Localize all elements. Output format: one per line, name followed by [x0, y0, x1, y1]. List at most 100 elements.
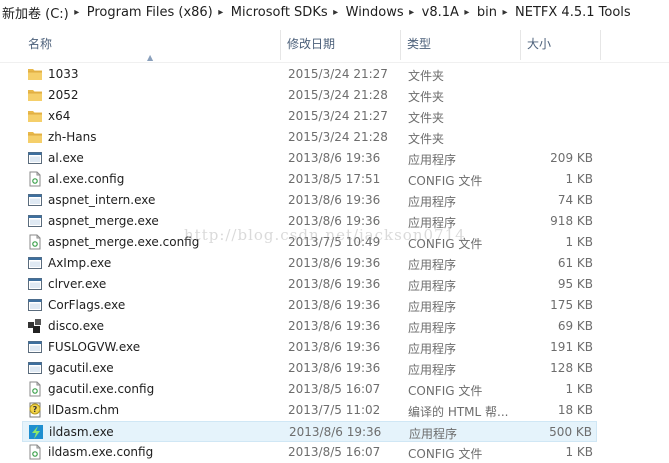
- chevron-right-icon[interactable]: ▸: [497, 7, 513, 18]
- file-row[interactable]: zh-Hans 2015/3/24 21:28 文件夹: [22, 127, 597, 148]
- file-size: 69 KB: [557, 319, 593, 333]
- file-name: aspnet_merge.exe.config: [48, 235, 200, 249]
- file-row[interactable]: 2052 2015/3/24 21:28 文件夹: [22, 85, 597, 106]
- file-type: 应用程序: [408, 258, 457, 272]
- file-type: 文件夹: [408, 111, 445, 125]
- config-file-icon: [27, 234, 43, 250]
- file-date: 2013/8/6 19:36: [288, 277, 381, 291]
- exe-icon: [27, 213, 43, 229]
- breadcrumb-item[interactable]: Windows: [344, 5, 404, 20]
- folder-icon: [27, 87, 43, 103]
- file-type: 应用程序: [408, 321, 457, 335]
- file-type: 应用程序: [408, 195, 457, 209]
- breadcrumb-item[interactable]: Microsoft SDKs: [229, 5, 328, 20]
- file-name: ildasm.exe.config: [48, 445, 154, 459]
- column-divider[interactable]: [600, 30, 601, 60]
- file-type: CONFIG 文件: [408, 174, 483, 188]
- file-row[interactable]: 1033 2015/3/24 21:27 文件夹: [22, 64, 597, 85]
- file-name: clrver.exe: [48, 277, 107, 291]
- file-row[interactable]: ildasm.exe.config 2013/8/5 16:07 CONFIG 文件…: [22, 442, 597, 463]
- file-name: gacutil.exe: [48, 361, 114, 375]
- file-name: FUSLOGVW.exe: [48, 340, 141, 354]
- file-row[interactable]: disco.exe 2013/8/6 19:36 应用程序 69 KB: [22, 316, 597, 337]
- file-row[interactable]: aspnet_merge.exe.config 2013/7/5 10:49 CON…: [22, 232, 597, 253]
- file-name: al.exe.config: [48, 172, 125, 186]
- file-date: 2013/8/6 19:36: [289, 425, 382, 439]
- file-row[interactable]: ildasm.exe 2013/8/6 19:36 应用程序 500 KB: [22, 421, 597, 442]
- file-row[interactable]: gacutil.exe.config 2013/8/5 16:07 CONFIG 文…: [22, 379, 597, 400]
- breadcrumb-item[interactable]: Program Files (x86): [85, 5, 213, 20]
- file-size: 175 KB: [550, 298, 593, 312]
- file-size: 18 KB: [557, 403, 593, 417]
- file-name: 2052: [48, 88, 79, 102]
- disco-exe-icon: [27, 318, 43, 334]
- file-row[interactable]: al.exe.config 2013/8/5 17:51 CONFIG 文件 1 KB: [22, 169, 597, 190]
- file-name: CorFlags.exe: [48, 298, 126, 312]
- file-row[interactable]: al.exe 2013/8/6 19:36 应用程序 209 KB: [22, 148, 597, 169]
- file-type: CONFIG 文件: [408, 384, 483, 398]
- file-date: 2013/8/6 19:36: [288, 340, 381, 354]
- svg-text:?: ?: [33, 405, 38, 414]
- file-type: 应用程序: [408, 216, 457, 230]
- file-name: aspnet_merge.exe: [48, 214, 159, 228]
- file-row[interactable]: clrver.exe 2013/8/6 19:36 应用程序 95 KB: [22, 274, 597, 295]
- file-date: 2013/8/6 19:36: [288, 214, 381, 228]
- folder-icon: [27, 129, 43, 145]
- sort-ascending-icon: ▲: [147, 53, 154, 62]
- file-date: 2013/7/5 11:02: [288, 403, 381, 417]
- column-type-label: 类型: [407, 36, 432, 51]
- file-row[interactable]: x64 2015/3/24 21:27 文件夹: [22, 106, 597, 127]
- file-size: 1 KB: [565, 172, 593, 186]
- file-row[interactable]: CorFlags.exe 2013/8/6 19:36 应用程序 175 KB: [22, 295, 597, 316]
- address-bar[interactable]: 新加卷 (C:) ▸ Program Files (x86) ▸ Microsoft S…: [0, 0, 669, 25]
- file-date: 2013/8/6 19:36: [288, 256, 381, 270]
- file-type: CONFIG 文件: [408, 447, 483, 461]
- breadcrumb-item[interactable]: NETFX 4.5.1 Tools: [513, 5, 631, 20]
- chevron-right-icon[interactable]: ▸: [404, 7, 420, 18]
- breadcrumb-item[interactable]: 新加卷 (C:): [0, 3, 69, 22]
- folder-icon: [27, 108, 43, 124]
- file-row[interactable]: aspnet_intern.exe 2013/8/6 19:36 应用程序 74 KB: [22, 190, 597, 211]
- file-date: 2013/8/6 19:36: [288, 361, 381, 375]
- folder-icon: [27, 66, 43, 82]
- chevron-right-icon[interactable]: ▸: [69, 7, 85, 18]
- file-row[interactable]: FUSLOGVW.exe 2013/8/6 19:36 应用程序 191 KB: [22, 337, 597, 358]
- file-date: 2015/3/24 21:28: [288, 130, 388, 144]
- chevron-right-icon[interactable]: ▸: [328, 7, 344, 18]
- file-date: 2015/3/24 21:27: [288, 67, 388, 81]
- file-type: 编译的 HTML 帮...: [408, 405, 509, 419]
- chevron-right-icon[interactable]: ▸: [459, 7, 475, 18]
- exe-icon: [27, 360, 43, 376]
- column-size-header[interactable]: 大小: [521, 24, 600, 62]
- breadcrumb-item[interactable]: bin: [475, 5, 497, 20]
- file-row[interactable]: ? IlDasm.chm 2013/7/5 11:02 编译的 HTML 帮... 18…: [22, 400, 597, 421]
- file-name: aspnet_intern.exe: [48, 193, 156, 207]
- file-row[interactable]: gacutil.exe 2013/8/6 19:36 应用程序 128 KB: [22, 358, 597, 379]
- column-date-header[interactable]: 修改日期: [281, 24, 399, 62]
- exe-icon: [27, 150, 43, 166]
- column-name-label: 名称: [28, 36, 53, 51]
- file-type: 文件夹: [408, 90, 445, 104]
- exe-icon: [27, 276, 43, 292]
- file-size: 74 KB: [557, 193, 593, 207]
- config-file-icon: [27, 444, 43, 460]
- file-size: 1 KB: [565, 445, 593, 459]
- exe-icon: [27, 255, 43, 271]
- chm-help-icon: ?: [27, 402, 43, 418]
- exe-icon: [27, 297, 43, 313]
- file-size: 95 KB: [557, 277, 593, 291]
- file-type: 应用程序: [408, 363, 457, 377]
- breadcrumb-item[interactable]: v8.1A: [420, 5, 459, 20]
- file-type: 文件夹: [408, 132, 445, 146]
- file-date: 2015/3/24 21:27: [288, 109, 388, 123]
- exe-icon: [27, 339, 43, 355]
- file-type: 应用程序: [409, 427, 458, 441]
- file-type: 应用程序: [408, 300, 457, 314]
- file-row[interactable]: AxImp.exe 2013/8/6 19:36 应用程序 61 KB: [22, 253, 597, 274]
- file-row[interactable]: aspnet_merge.exe 2013/8/6 19:36 应用程序 918 KB: [22, 211, 597, 232]
- file-size: 128 KB: [550, 361, 593, 375]
- file-type: 应用程序: [408, 153, 457, 167]
- chevron-right-icon[interactable]: ▸: [213, 7, 229, 18]
- column-type-header[interactable]: 类型: [401, 24, 519, 62]
- file-name: gacutil.exe.config: [48, 382, 155, 396]
